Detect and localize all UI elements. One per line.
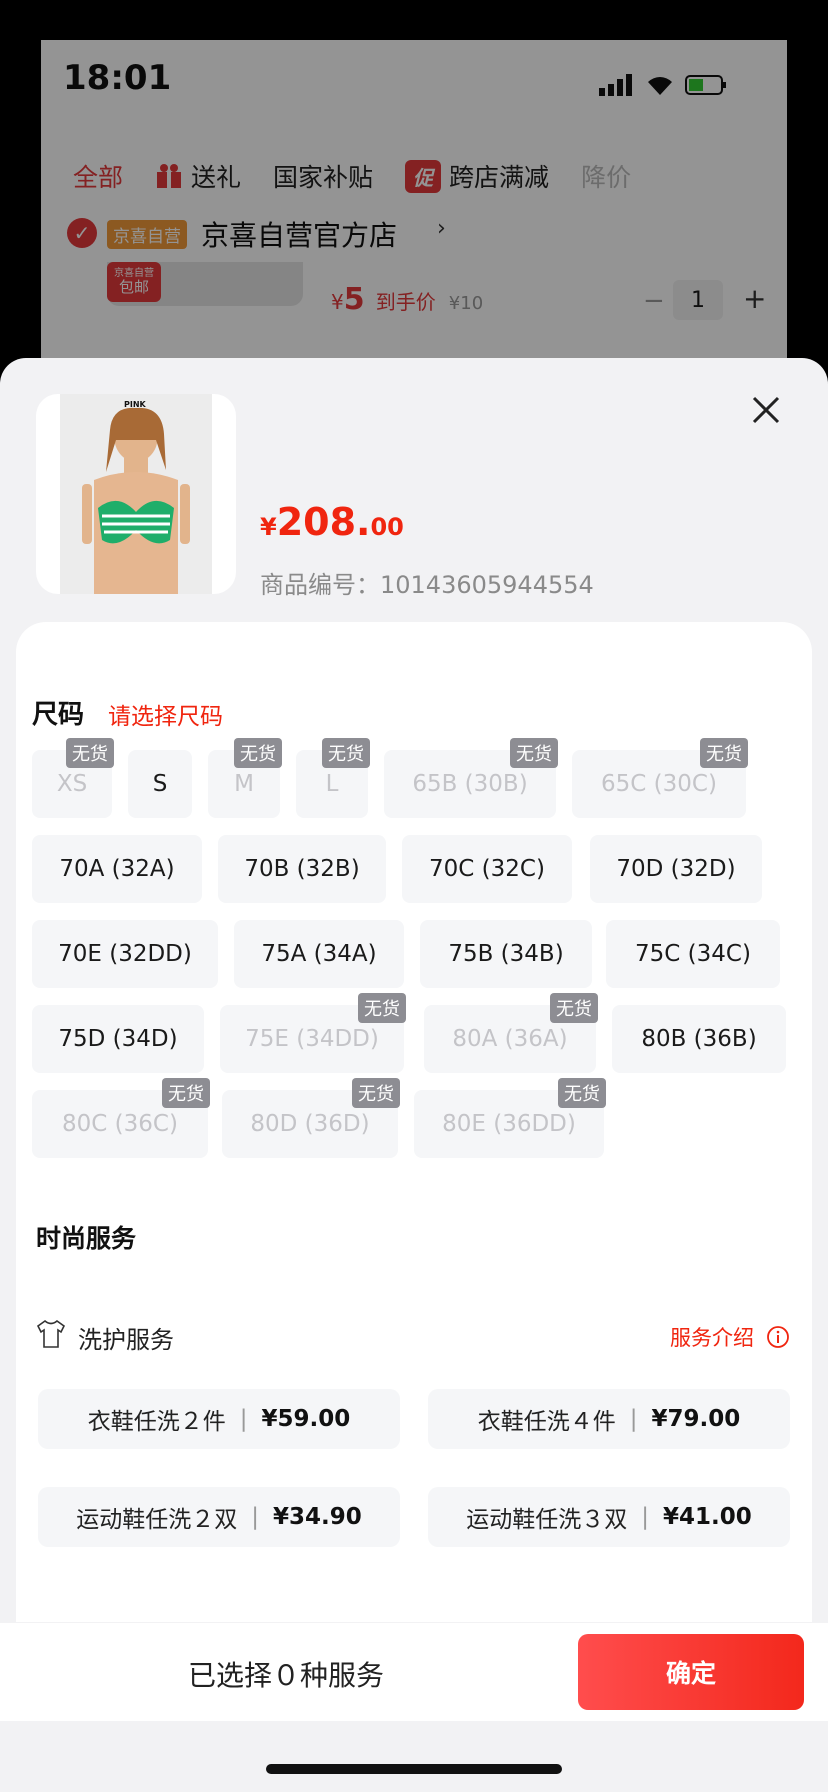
sold-out-badge: 无货 bbox=[358, 993, 406, 1023]
size-option[interactable]: 70A (32A) bbox=[32, 835, 202, 903]
fashion-service-title: 时尚服务 bbox=[36, 1224, 137, 1253]
size-option-label: 80C (36C) bbox=[62, 1111, 178, 1137]
sold-out-badge: 无货 bbox=[700, 738, 748, 768]
service-option[interactable]: 运动鞋任洗２双 | ¥34.90 bbox=[38, 1487, 400, 1547]
model-illustration bbox=[82, 407, 190, 594]
size-option[interactable]: L 无货 bbox=[296, 738, 370, 818]
size-option-label: 75A (34A) bbox=[261, 941, 377, 967]
close-icon[interactable] bbox=[744, 388, 788, 432]
size-option[interactable]: 65C (30C) 无货 bbox=[572, 738, 748, 818]
size-option-label: 75E (34DD) bbox=[245, 1026, 379, 1052]
size-option[interactable]: 65B (30B) 无货 bbox=[384, 738, 558, 818]
size-option-label: 65B (30B) bbox=[412, 771, 528, 797]
size-option-label: 70A (32A) bbox=[59, 856, 175, 882]
sold-out-badge: 无货 bbox=[510, 738, 558, 768]
size-option[interactable]: 75B (34B) bbox=[420, 920, 592, 988]
sold-out-badge: 无货 bbox=[162, 1078, 210, 1108]
sold-out-badge: 无货 bbox=[352, 1078, 400, 1108]
size-option-label: S bbox=[152, 771, 168, 797]
size-option-label: 65C (30C) bbox=[601, 771, 717, 797]
size-option-label: 80B (36B) bbox=[641, 1026, 757, 1052]
selected-services-text: 已选择０种服务 bbox=[188, 1659, 385, 1692]
size-option[interactable]: 75E (34DD) 无货 bbox=[220, 993, 406, 1073]
size-option-label: XS bbox=[56, 771, 88, 797]
size-option[interactable]: 80C (36C) 无货 bbox=[32, 1078, 210, 1158]
size-option-label: 80D (36D) bbox=[250, 1111, 370, 1137]
sold-out-badge: 无货 bbox=[322, 738, 370, 768]
size-option[interactable]: 70D (32D) bbox=[590, 835, 762, 903]
size-option-label: 75B (34B) bbox=[448, 941, 564, 967]
service-option[interactable]: 衣鞋任洗４件 | ¥79.00 bbox=[428, 1389, 790, 1449]
size-option[interactable]: 70C (32C) bbox=[402, 835, 572, 903]
size-option-label: 75D (34D) bbox=[58, 1026, 178, 1052]
service-option[interactable]: 衣鞋任洗２件 | ¥59.00 bbox=[38, 1389, 400, 1449]
size-option-label: 70B (32B) bbox=[244, 856, 360, 882]
service-option[interactable]: 运动鞋任洗３双 | ¥41.00 bbox=[428, 1487, 790, 1547]
size-option[interactable]: M 无货 bbox=[208, 738, 282, 818]
size-option[interactable]: XS 无货 bbox=[32, 738, 114, 818]
product-image[interactable]: PINK bbox=[36, 394, 236, 594]
sold-out-badge: 无货 bbox=[234, 738, 282, 768]
sold-out-badge: 无货 bbox=[550, 993, 598, 1023]
size-option-label: 70C (32C) bbox=[429, 856, 545, 882]
size-option[interactable]: 80E (36DD) 无货 bbox=[414, 1078, 606, 1158]
confirm-button[interactable]: 确定 bbox=[578, 1634, 804, 1710]
size-option[interactable]: 80B (36B) bbox=[612, 1005, 786, 1073]
size-option-label: 70E (32DD) bbox=[58, 941, 192, 967]
size-option-label: 80A (36A) bbox=[452, 1026, 568, 1052]
info-icon bbox=[767, 1326, 789, 1348]
size-option[interactable]: 80D (36D) 无货 bbox=[222, 1078, 400, 1158]
laundry-service-label: 洗护服务 bbox=[78, 1326, 174, 1354]
sold-out-badge: 无货 bbox=[66, 738, 114, 768]
size-hint: 请选择尺码 bbox=[108, 704, 223, 730]
home-indicator[interactable] bbox=[266, 1764, 562, 1774]
size-option[interactable]: 75A (34A) bbox=[234, 920, 404, 988]
size-option-label: 70D (32D) bbox=[616, 856, 736, 882]
size-option-label: 80E (36DD) bbox=[442, 1111, 576, 1137]
product-price: ¥208.00 bbox=[260, 500, 404, 544]
size-option-label: L bbox=[325, 771, 339, 797]
service-intro-link[interactable]: 服务介绍 bbox=[670, 1322, 790, 1352]
tshirt-icon bbox=[36, 1319, 66, 1348]
sold-out-badge: 无货 bbox=[558, 1078, 606, 1108]
size-option[interactable]: 75D (34D) bbox=[32, 1005, 204, 1073]
size-option[interactable]: 75C (34C) bbox=[606, 920, 780, 988]
product-sku: 商品编号：10143605944554 bbox=[260, 571, 594, 599]
size-option[interactable]: S bbox=[128, 750, 192, 818]
size-title: 尺码 bbox=[32, 700, 85, 730]
size-option-label: M bbox=[234, 771, 254, 797]
size-option[interactable]: 70B (32B) bbox=[218, 835, 386, 903]
size-option[interactable]: 70E (32DD) bbox=[32, 920, 218, 988]
size-option-label: 75C (34C) bbox=[635, 941, 751, 967]
size-option[interactable]: 80A (36A) 无货 bbox=[424, 993, 598, 1073]
